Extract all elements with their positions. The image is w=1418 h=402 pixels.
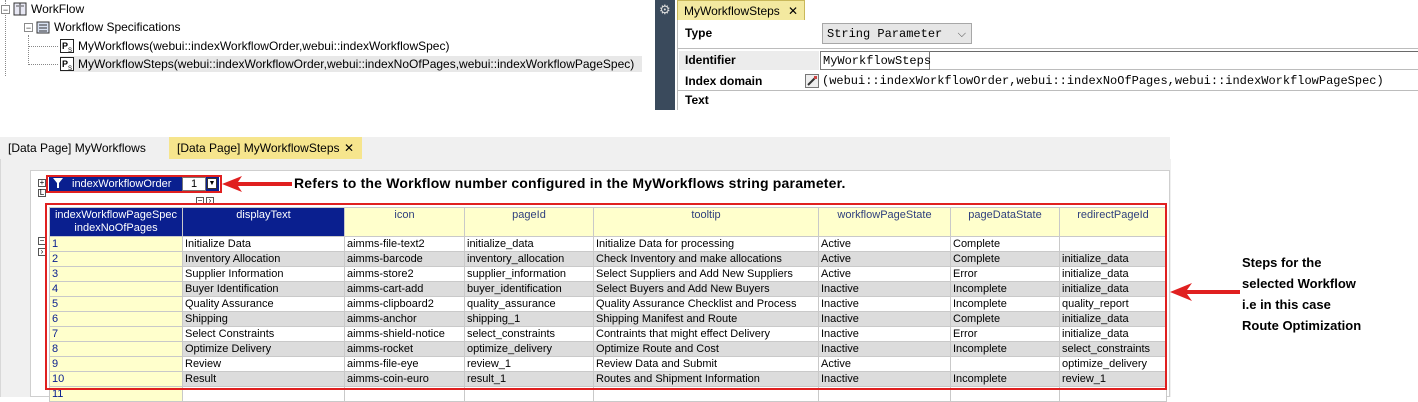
close-icon[interactable]: ✕ <box>788 1 798 21</box>
panel-side-strip: ⚙ <box>655 0 675 110</box>
filter-annotation: Refers to the Workflow number configured… <box>294 175 846 191</box>
book-icon <box>13 2 27 16</box>
chevron-down-icon: ⌵ <box>957 28 966 40</box>
type-dropdown[interactable]: String Parameter ⌵ <box>822 23 972 44</box>
arrow-left-icon <box>222 176 292 192</box>
tree-label-myworkflows: MyWorkflows(webui::indexWorkflowOrder,we… <box>78 39 450 53</box>
type-value: String Parameter <box>827 27 943 41</box>
tab-data-page-myworkflows[interactable]: [Data Page] MyWorkflows <box>0 137 165 159</box>
tree-node-myworkflows[interactable]: PS MyWorkflows(webui::indexWorkflowOrder… <box>60 38 449 54</box>
text-label: Text <box>679 91 819 110</box>
tab-myworkflowsteps[interactable]: MyWorkflowSteps ✕ <box>677 0 805 20</box>
tree-label-myworkflowsteps: MyWorkflowSteps(webui::indexWorkflowOrde… <box>78 57 635 71</box>
section-icon <box>36 20 50 34</box>
steps-annotation-line: Route Optimization <box>1242 318 1362 333</box>
type-label: Type <box>679 24 819 43</box>
expand-icon[interactable]: + <box>38 179 46 187</box>
tab-data-page-myworkflowsteps[interactable]: [Data Page] MyWorkflowSteps ✕ <box>169 137 362 159</box>
steps-annotation-line: Steps for the <box>1242 255 1322 270</box>
tree-label-workflow: WorkFlow <box>31 2 85 16</box>
tree-label-workflow-specifications: Workflow Specifications <box>54 20 181 34</box>
grid-highlight-box <box>45 203 1167 390</box>
layout-icon[interactable]: L <box>38 189 46 197</box>
identifier-label: Identifier <box>679 51 819 70</box>
data-page-tabbar: [Data Page] MyWorkflows [Data Page] MyWo… <box>0 137 1170 161</box>
steps-annotation-line: selected Workflow <box>1242 276 1356 291</box>
edit-icon[interactable] <box>805 74 819 88</box>
string-parameter-icon: PS <box>60 39 74 54</box>
index-domain-value[interactable]: (webui::indexWorkflowOrder,webui::indexN… <box>822 74 1384 88</box>
string-parameter-icon: PS <box>60 57 74 72</box>
steps-annotation: Steps for the selected Workflow i.e in t… <box>1242 252 1412 336</box>
arrow-left-icon <box>1170 283 1240 301</box>
tab-label: MyWorkflowSteps <box>684 4 780 18</box>
tree-node-myworkflowsteps[interactable]: PS MyWorkflowSteps(webui::indexWorkflowO… <box>60 56 643 72</box>
close-icon[interactable]: ✕ <box>344 137 354 159</box>
tab-label: [Data Page] MyWorkflows <box>8 141 146 155</box>
tree-node-workflow[interactable]: − WorkFlow <box>1 1 84 17</box>
index-domain-label: Index domain <box>679 72 819 91</box>
gear-icon[interactable]: ⚙ <box>659 2 671 18</box>
collapse-icon[interactable]: − <box>1 4 10 14</box>
tab-label: [Data Page] MyWorkflowSteps <box>177 141 340 155</box>
svg-text:S: S <box>68 48 72 53</box>
identifier-field[interactable]: MyWorkflowSteps <box>820 51 931 70</box>
tree-node-workflow-specifications[interactable]: − Workflow Specifications <box>24 19 181 35</box>
svg-text:S: S <box>68 66 72 71</box>
filter-highlight-box <box>46 175 222 193</box>
collapse-icon[interactable]: − <box>24 22 33 32</box>
steps-annotation-line: i.e in this case <box>1242 297 1331 312</box>
